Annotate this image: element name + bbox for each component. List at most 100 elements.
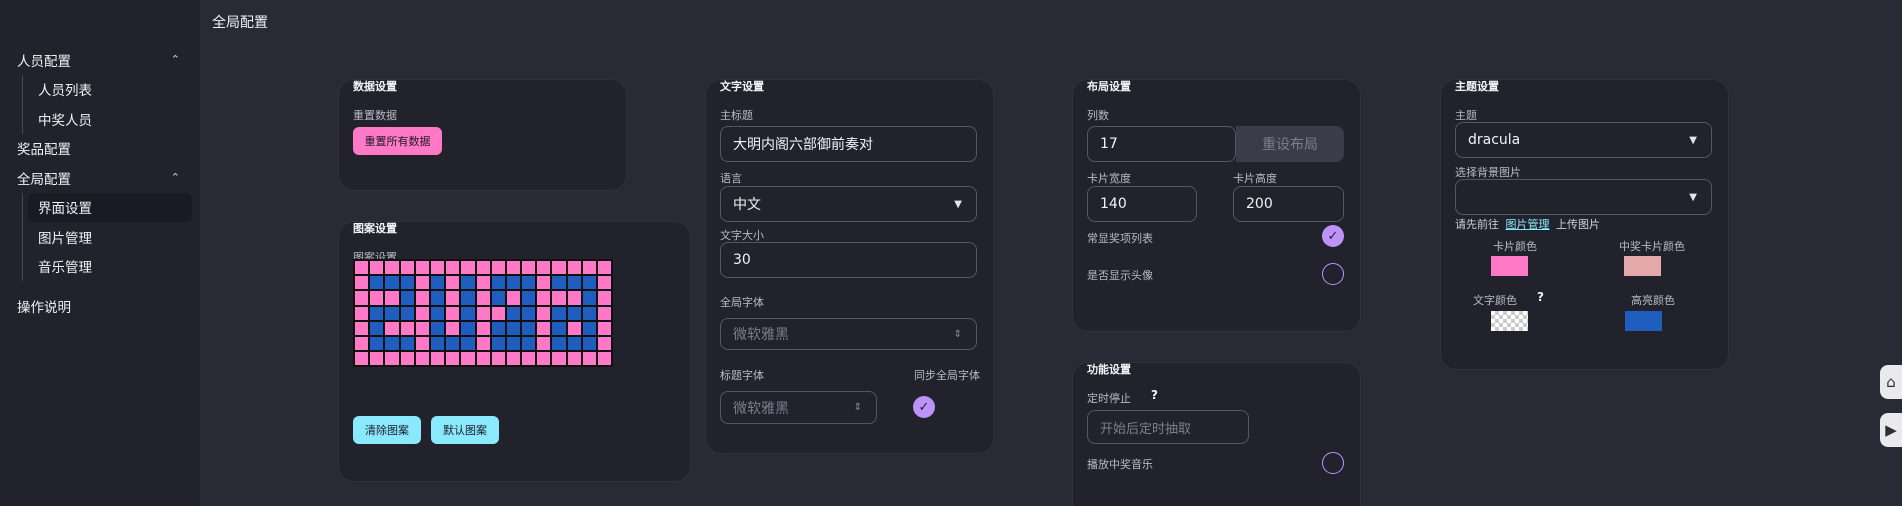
- pattern-cell[interactable]: [369, 351, 385, 367]
- pattern-cell[interactable]: [536, 260, 552, 276]
- pattern-cell[interactable]: [384, 260, 400, 276]
- pattern-cell[interactable]: [429, 351, 446, 367]
- pattern-cell[interactable]: [354, 290, 370, 306]
- sidebar-group-help[interactable]: 操作说明: [0, 291, 200, 321]
- card-height-input[interactable]: 200: [1233, 186, 1344, 222]
- pattern-cell[interactable]: [551, 260, 567, 276]
- pattern-cell[interactable]: [354, 335, 370, 352]
- pattern-cell[interactable]: [414, 320, 430, 336]
- pattern-cell[interactable]: [354, 351, 370, 367]
- pattern-cell[interactable]: [551, 351, 567, 367]
- help-icon[interactable]: ?: [1151, 388, 1158, 402]
- pattern-cell[interactable]: [536, 351, 552, 367]
- sidebar-item-ui-settings[interactable]: 界面设置: [28, 192, 192, 222]
- reset-all-data-button[interactable]: 重置所有数据: [353, 127, 442, 155]
- pattern-cell[interactable]: [460, 320, 476, 336]
- pattern-cell[interactable]: [566, 305, 582, 321]
- pattern-cell[interactable]: [429, 335, 446, 352]
- pattern-cell[interactable]: [566, 275, 582, 291]
- sidebar-group-prizes[interactable]: 奖品配置: [0, 134, 200, 164]
- pattern-cell[interactable]: [399, 260, 415, 276]
- pattern-cell[interactable]: [414, 275, 430, 291]
- pattern-cell[interactable]: [521, 290, 537, 306]
- sidebar-group-people[interactable]: 人员配置 ⌃: [0, 45, 200, 75]
- pattern-cell[interactable]: [505, 320, 522, 336]
- pattern-cell[interactable]: [597, 275, 613, 291]
- card-width-input[interactable]: 140: [1087, 186, 1197, 222]
- theme-select[interactable]: dracula ▼: [1455, 122, 1712, 158]
- pattern-cell[interactable]: [475, 351, 491, 367]
- pattern-cell[interactable]: [460, 351, 476, 367]
- pattern-cell[interactable]: [369, 275, 385, 291]
- pattern-cell[interactable]: [581, 260, 597, 276]
- pattern-cell[interactable]: [369, 305, 385, 321]
- pattern-cell[interactable]: [399, 351, 415, 367]
- home-button[interactable]: ⌂: [1880, 365, 1902, 399]
- pattern-grid[interactable]: [353, 259, 614, 368]
- pattern-cell[interactable]: [536, 335, 552, 352]
- pattern-cell[interactable]: [384, 305, 400, 321]
- pattern-cell[interactable]: [505, 260, 522, 276]
- pattern-cell[interactable]: [566, 335, 582, 352]
- pattern-cell[interactable]: [445, 335, 461, 352]
- pattern-cell[interactable]: [505, 275, 522, 291]
- pattern-cell[interactable]: [490, 275, 506, 291]
- pattern-cell[interactable]: [460, 335, 476, 352]
- pattern-cell[interactable]: [429, 305, 446, 321]
- main-title-input[interactable]: 大明内阁六部御前奏对: [720, 126, 977, 162]
- pattern-cell[interactable]: [490, 260, 506, 276]
- winner-card-color-swatch[interactable]: [1624, 256, 1661, 276]
- pattern-cell[interactable]: [597, 305, 613, 321]
- pattern-cell[interactable]: [597, 351, 613, 367]
- highlight-color-swatch[interactable]: [1625, 311, 1662, 331]
- pattern-cell[interactable]: [551, 320, 567, 336]
- pattern-cell[interactable]: [597, 290, 613, 306]
- pattern-cell[interactable]: [399, 335, 415, 352]
- pattern-cell[interactable]: [551, 305, 567, 321]
- pattern-cell[interactable]: [414, 260, 430, 276]
- pattern-cell[interactable]: [369, 290, 385, 306]
- pattern-cell[interactable]: [475, 275, 491, 291]
- pattern-cell[interactable]: [429, 275, 446, 291]
- pattern-cell[interactable]: [399, 320, 415, 336]
- pattern-cell[interactable]: [597, 320, 613, 336]
- pattern-cell[interactable]: [354, 260, 370, 276]
- show-avatar-checkbox[interactable]: [1322, 263, 1344, 285]
- pattern-cell[interactable]: [566, 260, 582, 276]
- pattern-cell[interactable]: [490, 290, 506, 306]
- pattern-cell[interactable]: [551, 275, 567, 291]
- text-color-swatch[interactable]: [1491, 311, 1528, 331]
- pattern-cell[interactable]: [414, 305, 430, 321]
- pattern-cell[interactable]: [445, 275, 461, 291]
- sidebar-item-winners[interactable]: 中奖人员: [0, 104, 200, 134]
- pattern-cell[interactable]: [505, 305, 522, 321]
- pattern-cell[interactable]: [369, 260, 385, 276]
- pattern-cell[interactable]: [445, 351, 461, 367]
- font-size-input[interactable]: 30: [720, 242, 977, 278]
- show-prize-list-checkbox[interactable]: ✓: [1322, 225, 1344, 247]
- pattern-cell[interactable]: [414, 335, 430, 352]
- pattern-cell[interactable]: [384, 275, 400, 291]
- pattern-cell[interactable]: [445, 290, 461, 306]
- pattern-cell[interactable]: [369, 320, 385, 336]
- pattern-cell[interactable]: [597, 335, 613, 352]
- language-select[interactable]: 中文 ▼: [720, 186, 977, 222]
- title-font-select[interactable]: 微软雅黑 ⇕: [720, 391, 877, 424]
- pattern-cell[interactable]: [475, 290, 491, 306]
- play-music-checkbox[interactable]: [1322, 452, 1344, 474]
- pattern-cell[interactable]: [566, 320, 582, 336]
- pattern-cell[interactable]: [384, 335, 400, 352]
- pattern-cell[interactable]: [581, 275, 597, 291]
- play-button[interactable]: ▶: [1880, 413, 1902, 447]
- pattern-cell[interactable]: [521, 335, 537, 352]
- sidebar-item-people-list[interactable]: 人员列表: [0, 75, 200, 105]
- pattern-cell[interactable]: [354, 275, 370, 291]
- pattern-cell[interactable]: [460, 290, 476, 306]
- pattern-cell[interactable]: [399, 290, 415, 306]
- clear-pattern-button[interactable]: 清除图案: [353, 416, 421, 444]
- pattern-cell[interactable]: [490, 320, 506, 336]
- pattern-cell[interactable]: [581, 335, 597, 352]
- pattern-cell[interactable]: [369, 335, 385, 352]
- pattern-cell[interactable]: [566, 351, 582, 367]
- pattern-cell[interactable]: [490, 335, 506, 352]
